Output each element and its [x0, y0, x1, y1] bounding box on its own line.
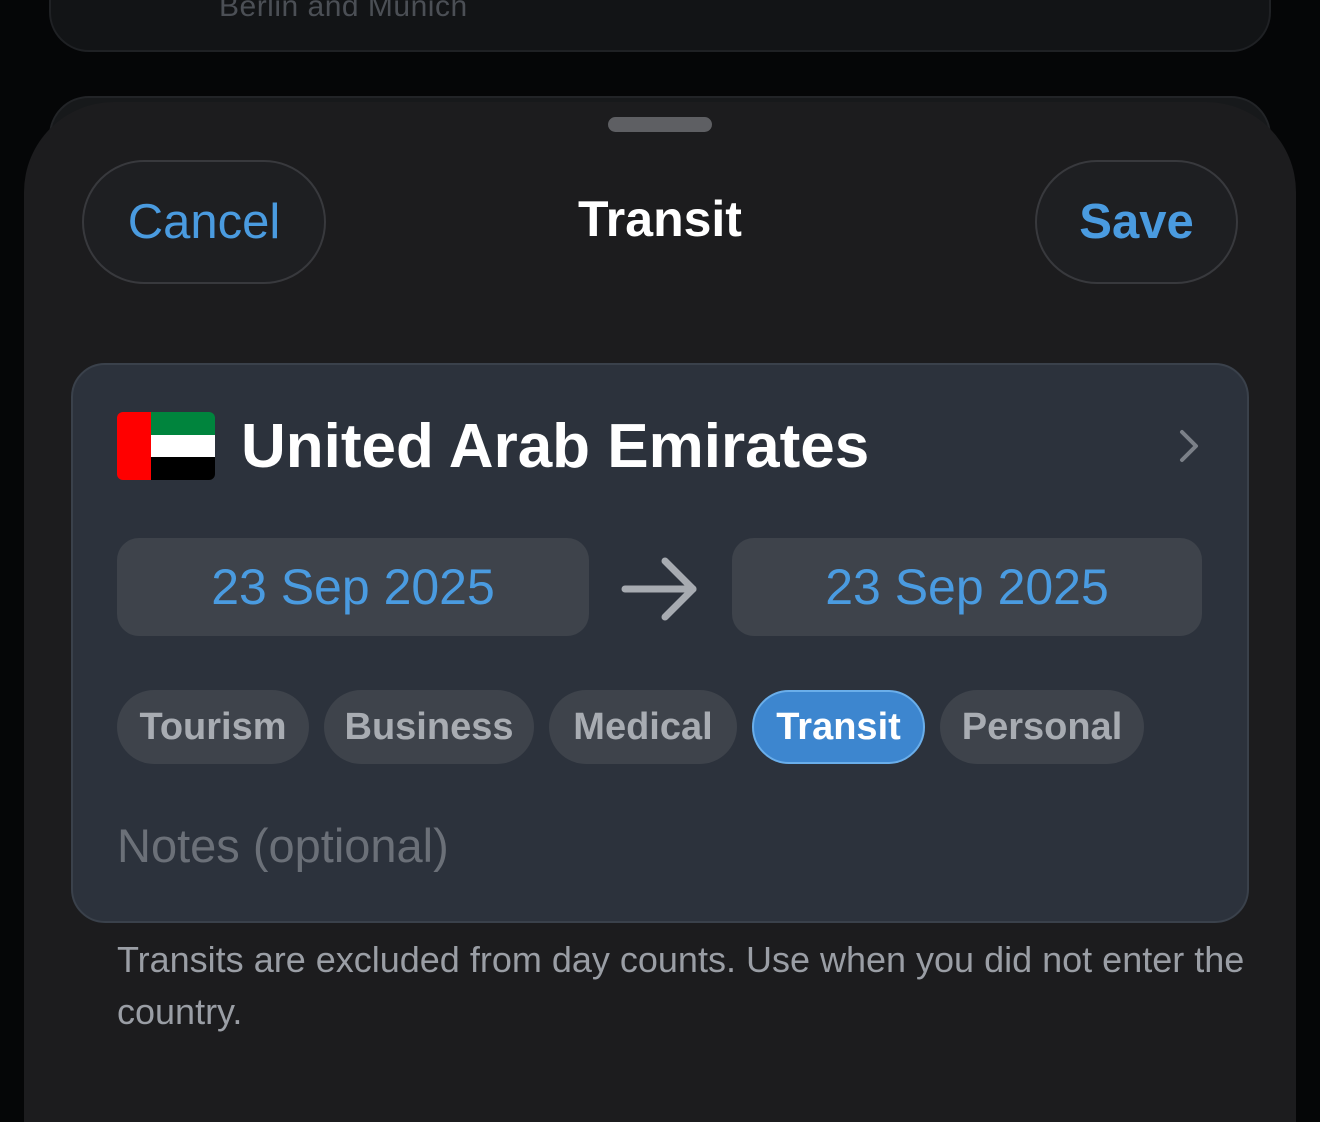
background-trip-card[interactable]: Berlin and Munich	[49, 0, 1271, 52]
sheet-grabber[interactable]	[608, 117, 712, 132]
start-date-button[interactable]: 23 Sep 2025	[117, 538, 589, 636]
background-card-subtitle: Berlin and Munich	[219, 0, 468, 23]
end-date-button[interactable]: 23 Sep 2025	[732, 538, 1202, 636]
purpose-chips: Tourism Business Medical Transit Persona…	[117, 690, 1144, 764]
chevron-right-icon	[1180, 430, 1198, 462]
chip-medical[interactable]: Medical	[549, 690, 737, 764]
notes-input[interactable]	[117, 810, 1207, 880]
chip-personal[interactable]: Personal	[940, 690, 1144, 764]
chip-business[interactable]: Business	[324, 690, 534, 764]
country-name: United Arab Emirates	[241, 411, 870, 481]
transit-sheet: Cancel Transit Save United Arab Emirates…	[24, 102, 1296, 1122]
chip-transit[interactable]: Transit	[752, 690, 925, 764]
save-button[interactable]: Save	[1035, 160, 1238, 284]
uae-flag-icon	[117, 412, 215, 480]
arrow-right-icon	[621, 557, 697, 621]
cancel-button[interactable]: Cancel	[82, 160, 326, 284]
country-selector-row[interactable]: United Arab Emirates	[117, 401, 1207, 491]
transit-footnote: Transits are excluded from day counts. U…	[117, 939, 1245, 1032]
chip-tourism[interactable]: Tourism	[117, 690, 309, 764]
sheet-title: Transit	[578, 191, 742, 247]
entry-card: United Arab Emirates 23 Sep 2025 23 Sep …	[71, 363, 1249, 923]
